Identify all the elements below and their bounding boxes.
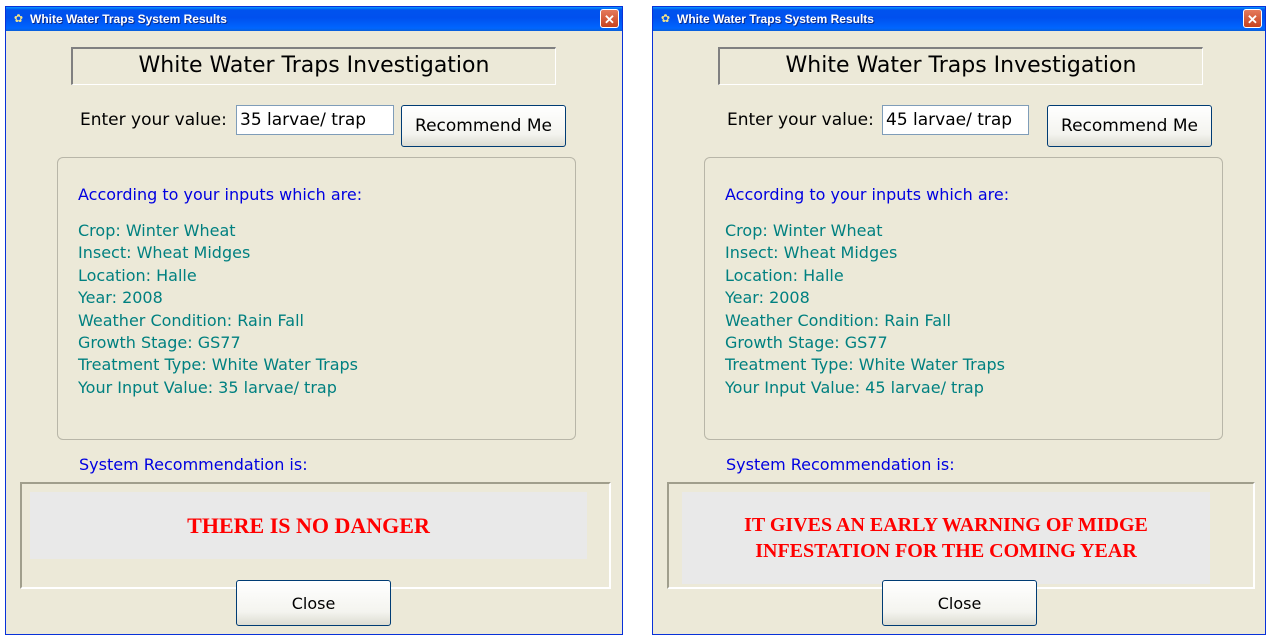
result-frame: THERE IS NO DANGER xyxy=(20,482,611,589)
inputs-summary-panel: According to your inputs which are: Crop… xyxy=(57,157,576,440)
info-input-value: Your Input Value: 45 larvae/ trap xyxy=(725,377,984,397)
info-insect: Insect: Wheat Midges xyxy=(725,243,898,263)
app-icon: ✿ xyxy=(660,12,671,25)
results-window-right: ✿ White Water Traps System Results ✕ Whi… xyxy=(652,6,1266,635)
enter-value-label: Enter your value: xyxy=(727,110,874,130)
info-growth-stage: Growth Stage: GS77 xyxy=(725,333,888,353)
title-bar[interactable]: ✿ White Water Traps System Results ✕ xyxy=(6,7,622,31)
close-button[interactable]: Close xyxy=(236,580,391,626)
info-location: Location: Halle xyxy=(78,265,197,285)
info-insect: Insect: Wheat Midges xyxy=(78,243,251,263)
recommendation-result: THERE IS NO DANGER xyxy=(30,492,587,559)
title-bar[interactable]: ✿ White Water Traps System Results ✕ xyxy=(653,7,1265,31)
result-line-1: IT GIVES AN EARLY WARNING OF MIDGE xyxy=(744,514,1148,536)
close-window-button[interactable]: ✕ xyxy=(600,9,619,28)
info-crop: Crop: Winter Wheat xyxy=(78,221,236,240)
result-frame: IT GIVES AN EARLY WARNING OF MIDGE INFES… xyxy=(667,482,1255,589)
info-crop: Crop: Winter Wheat xyxy=(725,221,883,240)
info-treatment: Treatment Type: White Water Traps xyxy=(725,355,1006,375)
enter-value-label: Enter your value: xyxy=(80,110,227,130)
close-button[interactable]: Close xyxy=(882,580,1037,626)
result-line-2: INFESTATION FOR THE COMING YEAR xyxy=(755,540,1137,562)
info-treatment: Treatment Type: White Water Traps xyxy=(78,355,359,375)
window-title: White Water Traps System Results xyxy=(30,12,227,26)
value-input[interactable] xyxy=(882,105,1029,135)
page-heading: White Water Traps Investigation xyxy=(71,47,556,85)
recommend-me-button[interactable]: Recommend Me xyxy=(401,105,566,147)
results-window-left: ✿ White Water Traps System Results ✕ Whi… xyxy=(5,6,623,635)
inputs-summary-header: According to your inputs which are: xyxy=(725,185,1010,204)
window-title: White Water Traps System Results xyxy=(677,12,874,26)
system-recommendation-label: System Recommendation is: xyxy=(726,455,955,474)
info-growth-stage: Growth Stage: GS77 xyxy=(78,333,241,353)
app-icon: ✿ xyxy=(13,12,24,25)
info-year: Year: 2008 xyxy=(725,288,810,308)
info-weather: Weather Condition: Rain Fall xyxy=(725,310,951,330)
info-location: Location: Halle xyxy=(725,265,844,285)
info-year: Year: 2008 xyxy=(78,288,163,308)
system-recommendation-label: System Recommendation is: xyxy=(79,455,308,474)
inputs-summary-panel: According to your inputs which are: Crop… xyxy=(704,157,1223,440)
info-input-value: Your Input Value: 35 larvae/ trap xyxy=(78,377,337,397)
inputs-summary-header: According to your inputs which are: xyxy=(78,185,363,204)
info-weather: Weather Condition: Rain Fall xyxy=(78,310,304,330)
recommend-me-button[interactable]: Recommend Me xyxy=(1047,105,1212,147)
value-input[interactable] xyxy=(236,105,394,135)
close-window-button[interactable]: ✕ xyxy=(1243,9,1262,28)
result-line-1: THERE IS NO DANGER xyxy=(187,512,430,538)
recommendation-result: IT GIVES AN EARLY WARNING OF MIDGE INFES… xyxy=(682,492,1210,584)
page-heading: White Water Traps Investigation xyxy=(718,47,1203,85)
